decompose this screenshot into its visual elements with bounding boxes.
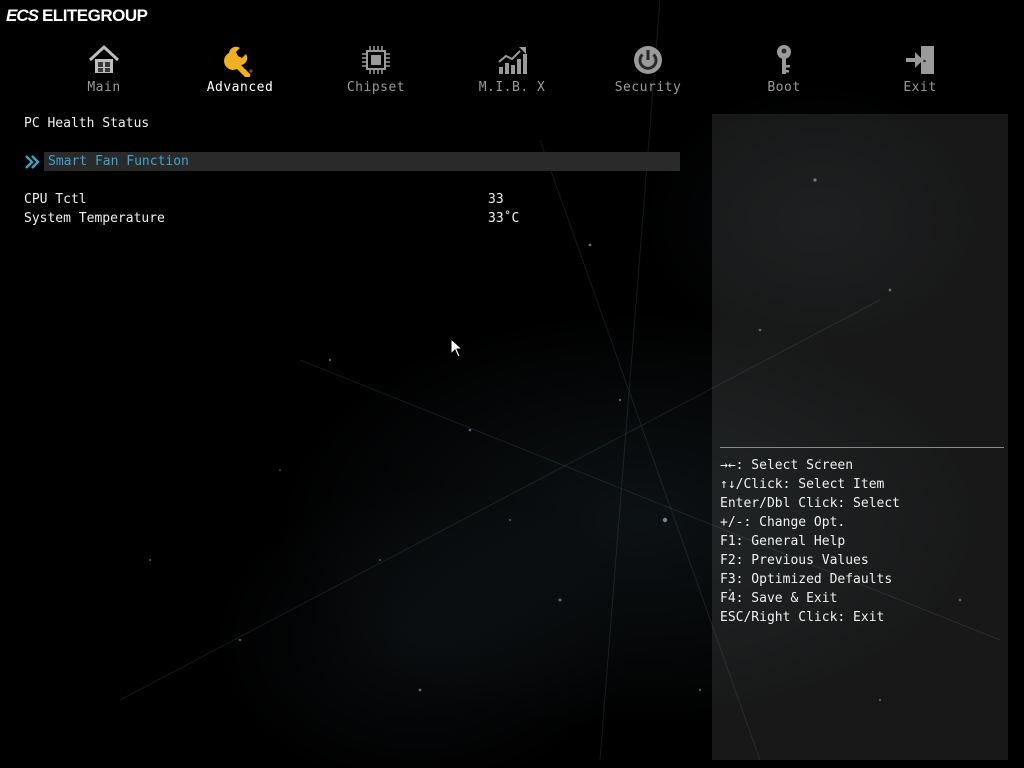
cpu-tctl-value: 33 <box>488 192 504 207</box>
help-item: ↑↓/Click: Select Item <box>720 477 885 492</box>
tab-mibx-label: M.I.B. X <box>478 80 546 95</box>
home-icon <box>86 42 122 78</box>
help-item: F4: Save & Exit <box>720 591 838 606</box>
help-item: F2: Previous Values <box>720 553 869 568</box>
tab-boot-label: Boot <box>767 80 801 95</box>
chip-icon <box>358 42 394 78</box>
mouse-pointer-icon <box>450 337 464 362</box>
smart-fan-function-submenu[interactable]: Smart Fan Function <box>24 152 680 171</box>
help-divider <box>720 447 1004 448</box>
performance-chart-icon <box>494 42 530 78</box>
help-item: Enter/Dbl Click: Select <box>720 496 901 511</box>
tab-exit-label: Exit <box>903 80 937 95</box>
exit-door-icon <box>902 42 938 78</box>
double-chevron-right-icon <box>24 152 44 171</box>
tab-security-label: Security <box>614 80 682 95</box>
tab-main-label: Main <box>87 80 121 95</box>
brand-logo: ECS ELITEGROUP <box>6 4 148 28</box>
power-icon <box>630 42 666 78</box>
system-temperature-label: System Temperature <box>24 211 165 226</box>
tab-exit[interactable]: Exit <box>852 42 988 98</box>
help-item: F3: Optimized Defaults <box>720 572 893 587</box>
key-icon <box>766 42 802 78</box>
help-item: F1: General Help <box>720 534 846 549</box>
submenu-label: Smart Fan Function <box>48 154 189 169</box>
help-item: ESC/Right Click: Exit <box>720 610 885 625</box>
tab-mibx[interactable]: M.I.B. X <box>444 42 580 98</box>
logo-mark: ECS <box>6 6 39 25</box>
key-help-list: →←: Select Screen ↑↓/Click: Select Item … <box>720 458 1004 629</box>
tab-main[interactable]: Main <box>36 42 172 98</box>
page-title: PC Health Status <box>24 116 150 131</box>
top-navigation: Main Advanced Chipset M.I.B. X Security … <box>36 42 988 98</box>
system-temperature-row: System Temperature 33˚C <box>24 211 684 230</box>
tab-advanced[interactable]: Advanced <box>172 42 308 98</box>
help-item: +/-: Change Opt. <box>720 515 846 530</box>
wrench-icon <box>222 42 258 78</box>
tab-security[interactable]: Security <box>580 42 716 98</box>
help-panel: →←: Select Screen ↑↓/Click: Select Item … <box>712 114 1008 760</box>
logo-text: ELITEGROUP <box>41 6 148 25</box>
system-temperature-value: 33˚C <box>488 211 520 226</box>
cpu-tctl-label: CPU Tctl <box>24 192 87 207</box>
tab-chipset-label: Chipset <box>346 80 406 95</box>
cpu-tctl-row: CPU Tctl 33 <box>24 192 684 211</box>
tab-advanced-label: Advanced <box>206 80 274 95</box>
tab-boot[interactable]: Boot <box>716 42 852 98</box>
help-item: →←: Select Screen <box>720 458 854 473</box>
tab-chipset[interactable]: Chipset <box>308 42 444 98</box>
